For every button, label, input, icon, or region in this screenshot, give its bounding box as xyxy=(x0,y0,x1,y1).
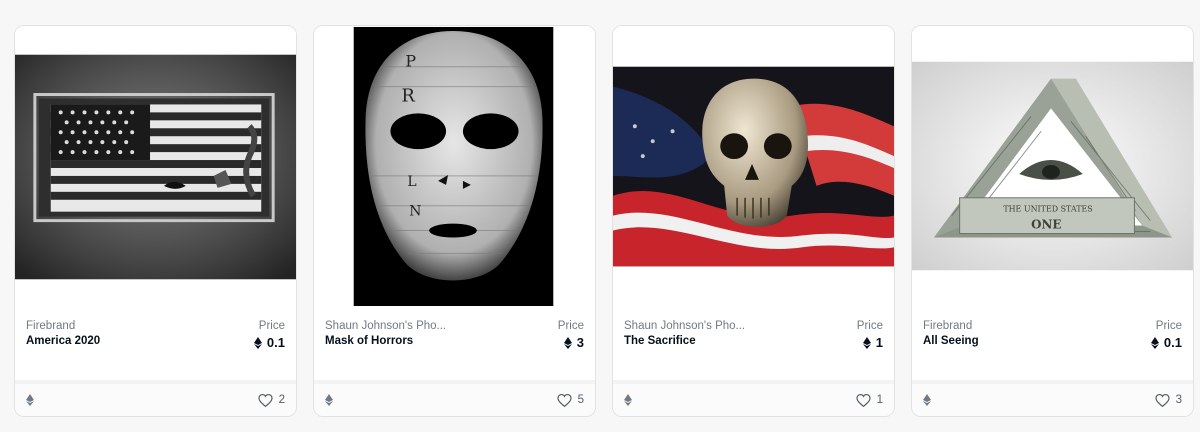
nft-info: Firebrand All Seeing Price 0.1 xyxy=(912,307,1193,382)
heart-icon[interactable] xyxy=(258,393,273,407)
favorite-count: 3 xyxy=(1175,394,1182,406)
svg-text:R: R xyxy=(401,85,415,106)
favorite-count: 1 xyxy=(876,394,883,406)
nft-title[interactable]: America 2020 xyxy=(26,335,100,347)
svg-text:L: L xyxy=(407,174,416,190)
nft-image[interactable] xyxy=(15,26,296,307)
ethereum-icon xyxy=(325,394,333,406)
ethereum-icon xyxy=(862,336,871,349)
price-value: 0.1 xyxy=(1163,335,1182,350)
favorite-button[interactable]: 5 xyxy=(557,393,584,407)
nft-card[interactable]: P R L N Shaun Johnson's Pho... Mask of H… xyxy=(313,25,596,417)
collection-name[interactable]: Shaun Johnson's Pho... xyxy=(325,320,446,332)
price-row: 1 xyxy=(862,335,883,350)
ethereum-icon xyxy=(624,394,632,406)
svg-text:ONE: ONE xyxy=(1031,218,1061,232)
heart-icon[interactable] xyxy=(856,393,871,407)
nft-info: Firebrand America 2020 Price 0.1 xyxy=(15,307,296,382)
card-footer: 5 xyxy=(314,380,595,416)
price-label: Price xyxy=(856,320,883,332)
price-label: Price xyxy=(258,320,285,332)
ethereum-icon xyxy=(1150,336,1159,349)
favorite-count: 2 xyxy=(278,394,285,406)
price-value: 0.1 xyxy=(266,335,285,350)
collection-name[interactable]: Firebrand xyxy=(923,320,979,332)
collection-name[interactable]: Firebrand xyxy=(26,320,100,332)
ethereum-icon xyxy=(253,336,262,349)
price-label: Price xyxy=(557,320,584,332)
favorite-button[interactable]: 3 xyxy=(1155,393,1182,407)
nft-card[interactable]: Shaun Johnson's Pho... The Sacrifice Pri… xyxy=(612,25,895,417)
favorite-button[interactable]: 2 xyxy=(258,393,285,407)
heart-icon[interactable] xyxy=(1155,393,1170,407)
heart-icon[interactable] xyxy=(557,393,572,407)
nft-info: Shaun Johnson's Pho... The Sacrifice Pri… xyxy=(613,307,894,382)
card-footer: 2 xyxy=(15,380,296,416)
favorite-count: 5 xyxy=(577,394,584,406)
price-row: 3 xyxy=(563,335,584,350)
price-label: Price xyxy=(1155,320,1182,332)
nft-card-grid: Firebrand America 2020 Price 0.1 2 P R L… xyxy=(14,25,1194,417)
price-row: 0.1 xyxy=(253,335,285,350)
favorite-button[interactable]: 1 xyxy=(856,393,883,407)
collection-name[interactable]: Shaun Johnson's Pho... xyxy=(624,320,745,332)
nft-image[interactable]: P R L N xyxy=(314,26,595,307)
svg-text:N: N xyxy=(409,204,421,220)
nft-image[interactable]: THE UNITED STATES ONE xyxy=(912,26,1193,307)
price-value: 3 xyxy=(576,335,584,350)
ethereum-icon xyxy=(923,394,931,406)
svg-text:P: P xyxy=(405,52,416,71)
price-row: 0.1 xyxy=(1150,335,1182,350)
nft-info: Shaun Johnson's Pho... Mask of Horrors P… xyxy=(314,307,595,382)
svg-text:THE UNITED STATES: THE UNITED STATES xyxy=(1003,205,1092,214)
price-value: 1 xyxy=(875,335,883,350)
nft-card[interactable]: THE UNITED STATES ONE Firebrand All Seei… xyxy=(911,25,1194,417)
ethereum-icon xyxy=(563,336,572,349)
nft-image[interactable] xyxy=(613,26,894,307)
nft-title[interactable]: All Seeing xyxy=(923,335,979,347)
card-footer: 1 xyxy=(613,380,894,416)
nft-title[interactable]: The Sacrifice xyxy=(624,335,745,347)
nft-card[interactable]: Firebrand America 2020 Price 0.1 2 xyxy=(14,25,297,417)
ethereum-icon xyxy=(26,394,34,406)
nft-title[interactable]: Mask of Horrors xyxy=(325,335,446,347)
card-footer: 3 xyxy=(912,380,1193,416)
